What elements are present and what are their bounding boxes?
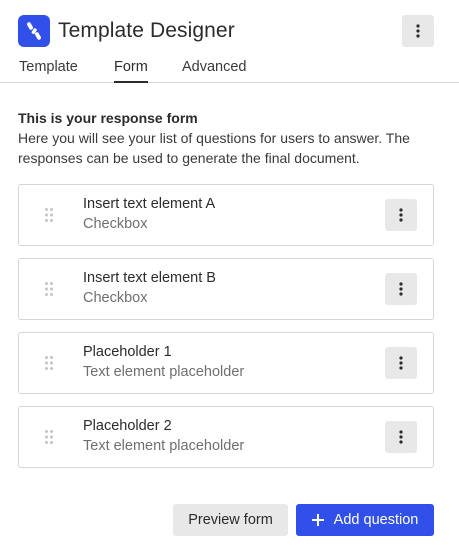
more-vertical-icon <box>399 430 403 444</box>
add-question-button[interactable]: Add question <box>296 504 434 536</box>
drag-handle-icon[interactable] <box>44 355 54 371</box>
drag-handle-icon[interactable] <box>44 281 54 297</box>
add-question-label: Add question <box>333 512 419 528</box>
app-header: Template Designer <box>18 15 434 47</box>
tab-template[interactable]: Template <box>19 59 78 83</box>
question-menu-button[interactable] <box>385 199 417 231</box>
question-type: Checkbox <box>83 290 148 306</box>
form-intro: This is your response form Here you will… <box>18 108 438 168</box>
intro-title: This is your response form <box>18 110 198 126</box>
more-vertical-icon <box>399 282 403 296</box>
tab-advanced[interactable]: Advanced <box>182 59 247 83</box>
question-card: Placeholder 2 Text element placeholder <box>18 406 434 468</box>
question-type: Checkbox <box>83 216 148 232</box>
question-title: Placeholder 1 <box>83 344 172 360</box>
preview-form-label: Preview form <box>188 512 273 528</box>
tab-form[interactable]: Form <box>114 59 148 83</box>
question-card: Placeholder 1 Text element placeholder <box>18 332 434 394</box>
question-type: Text element placeholder <box>83 438 245 454</box>
question-menu-button[interactable] <box>385 273 417 305</box>
header-menu-button[interactable] <box>402 15 434 47</box>
question-card: Insert text element B Checkbox <box>18 258 434 320</box>
more-vertical-icon <box>416 24 420 38</box>
preview-form-button[interactable]: Preview form <box>173 504 288 536</box>
more-vertical-icon <box>399 208 403 222</box>
question-title: Insert text element A <box>83 196 216 212</box>
intro-text: Here you will see your list of questions… <box>18 130 410 166</box>
question-menu-button[interactable] <box>385 421 417 453</box>
logo-icon <box>27 22 41 40</box>
question-type: Text element placeholder <box>83 364 245 380</box>
tab-bar: Template Form Advanced <box>0 59 459 83</box>
question-title: Placeholder 2 <box>83 418 172 434</box>
drag-handle-icon[interactable] <box>44 429 54 445</box>
question-card: Insert text element A Checkbox <box>18 184 434 246</box>
drag-handle-icon[interactable] <box>44 207 54 223</box>
question-title: Insert text element B <box>83 270 216 286</box>
question-menu-button[interactable] <box>385 347 417 379</box>
plus-icon <box>311 514 324 526</box>
more-vertical-icon <box>399 356 403 370</box>
app-logo <box>18 15 50 47</box>
app-title: Template Designer <box>58 19 235 42</box>
